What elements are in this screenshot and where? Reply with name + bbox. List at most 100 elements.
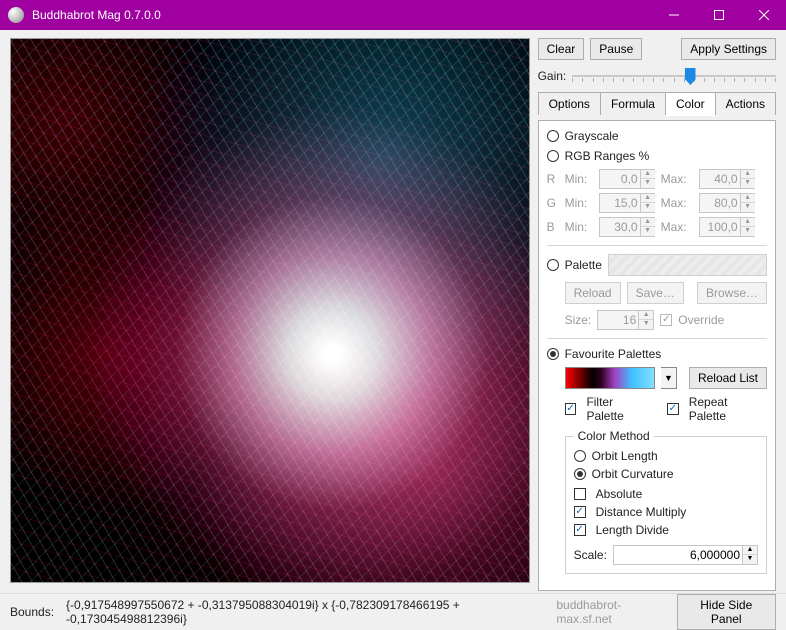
length-divide-checkbox[interactable]: ✓: [574, 524, 586, 536]
rgb-B-max-input[interactable]: [700, 220, 740, 234]
length-divide-label: Length Divide: [596, 523, 669, 537]
spin-up-icon[interactable]: ▲: [741, 170, 755, 179]
gain-label: Gain:: [538, 69, 567, 83]
length-divide-row[interactable]: ✓ Length Divide: [574, 523, 758, 537]
palette-flags: ✓ Filter Palette ✓ Repeat Palette: [547, 395, 767, 423]
fav-palettes-row[interactable]: Favourite Palettes: [547, 347, 767, 361]
rgb-R-label: R: [547, 172, 559, 186]
palette-swatch[interactable]: [565, 367, 655, 389]
tab-color[interactable]: Color: [666, 92, 716, 115]
rgb-G-max-spinner[interactable]: ▲▼: [699, 193, 755, 213]
override-checkbox[interactable]: ✓: [660, 314, 672, 326]
rgb-B-min-spinner[interactable]: ▲▼: [599, 217, 655, 237]
rgb-B-min-input[interactable]: [600, 220, 640, 234]
tab-actions[interactable]: Actions: [716, 92, 776, 115]
rgb-G-min-input[interactable]: [600, 196, 640, 210]
titlebar: Buddhabrot Mag 0.7.0.0: [0, 0, 786, 30]
hide-side-panel-button[interactable]: Hide Side Panel: [677, 594, 777, 630]
palette-save-button[interactable]: Save…: [627, 282, 684, 304]
absolute-row[interactable]: Absolute: [574, 487, 758, 501]
gain-slider[interactable]: [572, 66, 776, 86]
spin-up-icon[interactable]: ▲: [741, 194, 755, 203]
rgb-G-max-input[interactable]: [700, 196, 740, 210]
rgb-ranges-row[interactable]: RGB Ranges %: [547, 149, 767, 163]
rgb-R-min-input[interactable]: [600, 172, 640, 186]
palette-browse-button[interactable]: Browse…: [697, 282, 767, 304]
rgb-R-min-spinner[interactable]: ▲▼: [599, 169, 655, 189]
palette-reload-button[interactable]: Reload: [565, 282, 621, 304]
rgb-B-label: B: [547, 220, 559, 234]
site-link[interactable]: buddhabrot-max.sf.net: [556, 598, 664, 626]
size-spinner[interactable]: ▲▼: [597, 310, 654, 330]
side-panel: Clear Pause Apply Settings Gain: Options…: [538, 38, 776, 591]
app-icon: [8, 7, 24, 23]
scale-input[interactable]: [614, 548, 742, 562]
spin-down-icon[interactable]: ▼: [741, 203, 755, 212]
rgb-B-max-spinner[interactable]: ▲▼: [699, 217, 755, 237]
apply-settings-button[interactable]: Apply Settings: [681, 38, 776, 60]
spin-up-icon[interactable]: ▲: [741, 218, 755, 227]
rgb-max-label: Max:: [661, 196, 693, 210]
filter-palette-checkbox[interactable]: ✓: [565, 403, 577, 415]
status-bar: Bounds: {-0,917548997550672 + -0,3137950…: [0, 593, 786, 629]
tab-options[interactable]: Options: [538, 92, 601, 115]
scale-row: Scale: ▲▼: [574, 545, 758, 565]
spin-up-icon[interactable]: ▲: [641, 170, 655, 179]
distance-multiply-checkbox[interactable]: ✓: [574, 506, 586, 518]
spin-down-icon[interactable]: ▼: [641, 227, 655, 236]
fav-palettes-radio[interactable]: [547, 348, 559, 360]
spin-down-icon[interactable]: ▼: [741, 227, 755, 236]
scale-spinner[interactable]: ▲▼: [613, 545, 758, 565]
spin-down-icon[interactable]: ▼: [641, 203, 655, 212]
reload-list-button[interactable]: Reload List: [689, 367, 767, 389]
palette-size-row: Size: ▲▼ ✓ Override: [547, 310, 767, 330]
grayscale-radio[interactable]: [547, 130, 559, 142]
absolute-checkbox[interactable]: [574, 488, 586, 500]
palette-radio[interactable]: [547, 259, 559, 271]
repeat-palette-checkbox[interactable]: ✓: [667, 403, 679, 415]
spin-up-icon[interactable]: ▲: [641, 218, 655, 227]
spin-down-icon[interactable]: ▼: [639, 320, 653, 329]
distance-multiply-row[interactable]: ✓Distance Multiply: [574, 505, 758, 519]
pause-button[interactable]: Pause: [590, 38, 642, 60]
palette-label: Palette: [565, 258, 602, 272]
bounds-label: Bounds:: [10, 605, 54, 619]
rgb-ranges-label: RGB Ranges %: [565, 149, 650, 163]
repeat-palette-label: Repeat Palette: [689, 395, 767, 423]
spin-down-icon[interactable]: ▼: [641, 179, 655, 188]
close-button[interactable]: [741, 0, 786, 30]
spin-up-icon[interactable]: ▲: [639, 311, 653, 320]
fractal-image: [11, 39, 529, 582]
top-buttons: Clear Pause Apply Settings: [538, 38, 776, 60]
separator: [547, 338, 767, 339]
spin-down-icon[interactable]: ▼: [743, 555, 757, 564]
render-viewport[interactable]: [10, 38, 530, 583]
body: Clear Pause Apply Settings Gain: Options…: [0, 30, 786, 593]
spin-up-icon[interactable]: ▲: [743, 546, 757, 555]
tab-formula[interactable]: Formula: [601, 92, 666, 115]
rgb-max-label: Max:: [661, 220, 693, 234]
grayscale-row[interactable]: Grayscale: [547, 129, 767, 143]
palette-dropdown-button[interactable]: ▼: [661, 367, 677, 389]
orbit-curvature-radio[interactable]: [574, 468, 586, 480]
palette-buttons: Reload Save… Browse…: [547, 282, 767, 304]
orbit-curvature-row[interactable]: Orbit Curvature: [574, 467, 758, 481]
orbit-length-radio[interactable]: [574, 450, 586, 462]
minimize-button[interactable]: [651, 0, 696, 30]
window-title: Buddhabrot Mag 0.7.0.0: [32, 8, 651, 22]
rgb-R-max-input[interactable]: [700, 172, 740, 186]
spin-up-icon[interactable]: ▲: [641, 194, 655, 203]
palette-row[interactable]: Palette: [547, 254, 767, 276]
filter-palette-label: Filter Palette: [586, 395, 652, 423]
spin-down-icon[interactable]: ▼: [741, 179, 755, 188]
orbit-curvature-label: Orbit Curvature: [592, 467, 674, 481]
clear-button[interactable]: Clear: [538, 38, 585, 60]
rgb-R-max-spinner[interactable]: ▲▼: [699, 169, 755, 189]
size-input[interactable]: [598, 313, 638, 327]
maximize-button[interactable]: [696, 0, 741, 30]
rgb-grid: R Min: ▲▼ Max: ▲▼G Min: ▲▼ Max: ▲▼B Min:…: [547, 169, 767, 237]
override-label: Override: [678, 313, 724, 327]
orbit-length-row[interactable]: Orbit Length: [574, 449, 758, 463]
rgb-ranges-radio[interactable]: [547, 150, 559, 162]
rgb-G-min-spinner[interactable]: ▲▼: [599, 193, 655, 213]
